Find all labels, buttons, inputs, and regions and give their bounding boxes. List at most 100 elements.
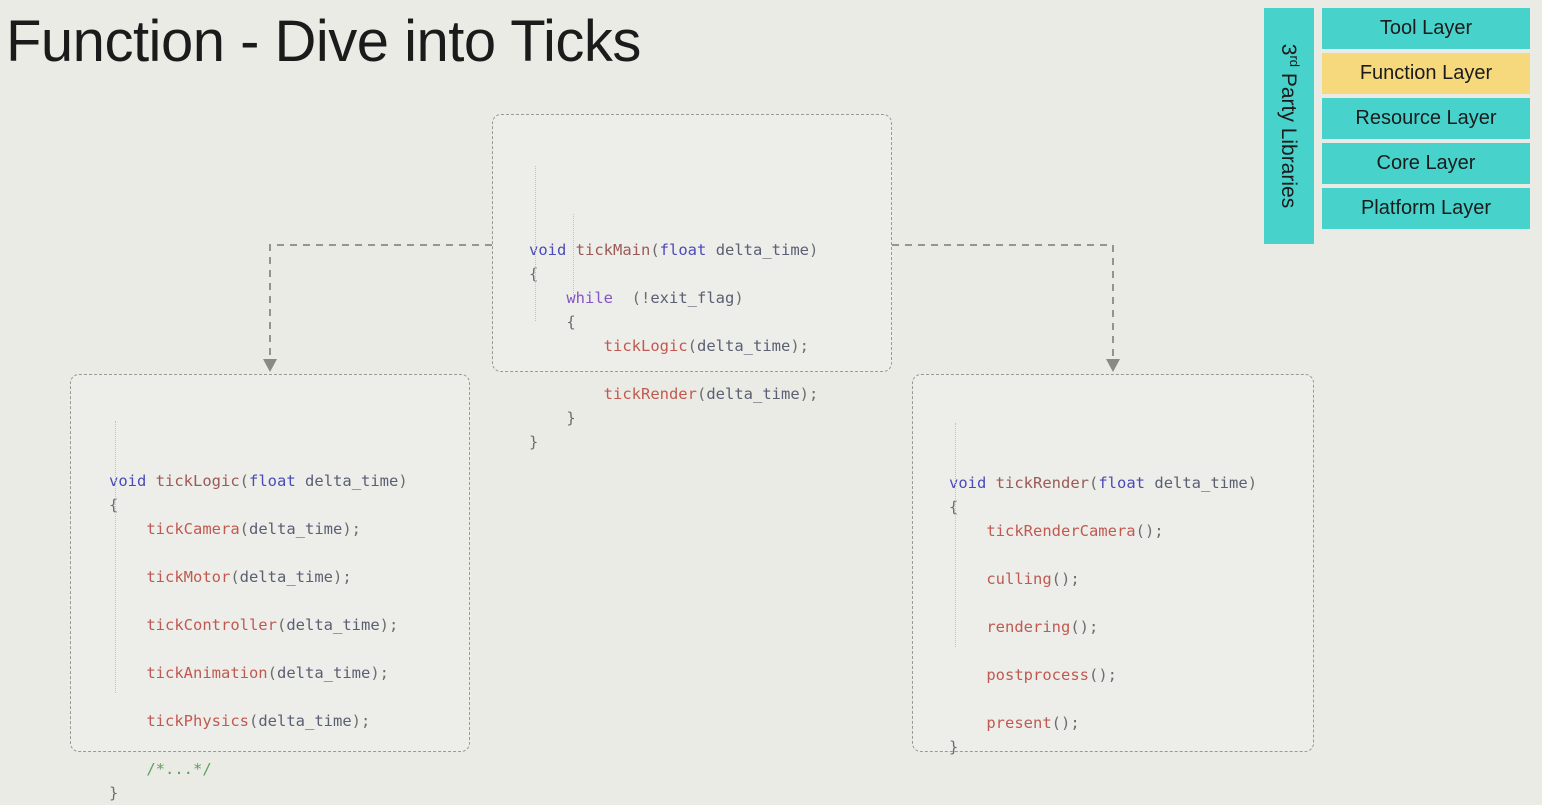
third-party-rest: Party Libraries [1277,67,1300,209]
code-token-var: delta_time [249,520,343,538]
code-line: } [529,430,891,454]
code-token-punct: ) [809,241,819,259]
code-token-fndef: tickRender [995,474,1089,492]
code-token-punct: ) [734,289,744,307]
code-token-punct: (! [631,289,651,307]
third-party-libraries-label: 3rd Party Libraries [1276,44,1302,208]
code-token-var: delta_time [305,472,399,490]
third-party-number: 3 [1277,43,1300,56]
code-line: { [109,493,469,517]
layer-bar-platform[interactable]: Platform Layer [1322,188,1530,229]
code-token-punct: { [109,496,119,514]
code-line: tickPhysics(delta_time); [109,709,469,733]
code-token-call: postprocess [986,666,1089,684]
code-token-var: delta_time [715,241,810,259]
third-party-libraries-bar[interactable]: 3rd Party Libraries [1264,8,1314,244]
connector-main-to-logic-arrowhead [263,359,277,372]
code-token-fndef: tickLogic [155,472,240,490]
code-token-var: exit_flag [650,289,735,307]
code-line: void tickMain(float delta_time) [529,238,891,262]
indent-guide [573,214,574,297]
code-token-punct: } [566,409,576,427]
code-token-call: culling [986,570,1052,588]
third-party-ordinal-suffix: rd [1287,55,1302,68]
code-line: } [949,735,1313,759]
code-line: { [529,262,891,286]
code-token-punct: { [529,265,539,283]
code-line: { [529,310,891,334]
code-line: } [109,781,469,805]
code-token-call: tickCamera [146,520,240,538]
code-line: tickLogic(delta_time); [529,334,891,358]
indent-guide [955,423,956,647]
code-token-punct: } [529,433,539,451]
code-token-call: tickMotor [146,568,231,586]
code-token-punct: ( [650,241,660,259]
layer-bar-resource[interactable]: Resource Layer [1322,98,1530,139]
code-line: tickCamera(delta_time); [109,517,469,541]
code-line: postprocess(); [949,663,1313,687]
code-line: tickRenderCamera(); [949,519,1313,543]
code-token-punct: ); [379,616,399,634]
code-token-call: tickRender [603,385,697,403]
code-token-fndef: tickMain [575,241,651,259]
code-block-ticklogic: void tickLogic(float delta_time) { tickCa… [70,374,470,802]
code-token-punct: (); [1051,714,1080,732]
code-line: while (!exit_flag) [529,286,891,310]
code-line: { [949,495,1313,519]
code-line: tickMotor(delta_time); [109,565,469,589]
code-token-punct: { [949,498,959,516]
code-line: rendering(); [949,615,1313,639]
code-token-punct: ) [398,472,408,490]
code-token-punct: ) [1247,474,1258,492]
code-token-call: rendering [986,618,1071,636]
code-token-var: delta_time [1154,474,1248,492]
code-block-tickmain: void tickMain(float delta_time) { while (… [492,114,892,451]
code-token-call: tickLogic [603,337,688,355]
code-line: /*...*/ [109,757,469,781]
code-body-tickrender: void tickRender(float delta_time) { tickR… [913,375,1313,759]
layer-bar-function[interactable]: Function Layer [1322,53,1530,94]
code-token-punct: ( [267,664,277,682]
page-title: Function - Dive into Ticks [6,9,641,74]
code-line: void tickRender(float delta_time) [949,471,1313,495]
code-token-cmt: /*...*/ [146,760,212,778]
code-token-punct: ( [687,337,697,355]
code-token-kw: float [249,472,296,490]
code-token-punct: ( [239,472,250,490]
code-token-var: delta_time [706,385,800,403]
layer-bar-tool[interactable]: Tool Layer [1322,8,1530,49]
code-token-punct: ); [370,664,389,682]
code-token-punct: ( [276,616,287,634]
code-token-kw: float [1098,474,1146,492]
code-line: culling(); [949,567,1313,591]
code-token-call: tickAnimation [146,664,268,682]
code-token-punct: ( [239,520,249,538]
code-token-call: present [986,714,1052,732]
layer-bar-core[interactable]: Core Layer [1322,143,1530,184]
indent-guide [115,421,116,693]
code-token-call: tickPhysics [146,712,249,730]
code-token-punct: ); [790,337,809,355]
code-token-punct: (); [1135,522,1164,540]
code-token-punct: ); [351,712,371,730]
connector-main-to-render [892,244,1114,362]
code-line: void tickLogic(float delta_time) [109,469,469,493]
code-token-punct: (); [1088,666,1117,684]
